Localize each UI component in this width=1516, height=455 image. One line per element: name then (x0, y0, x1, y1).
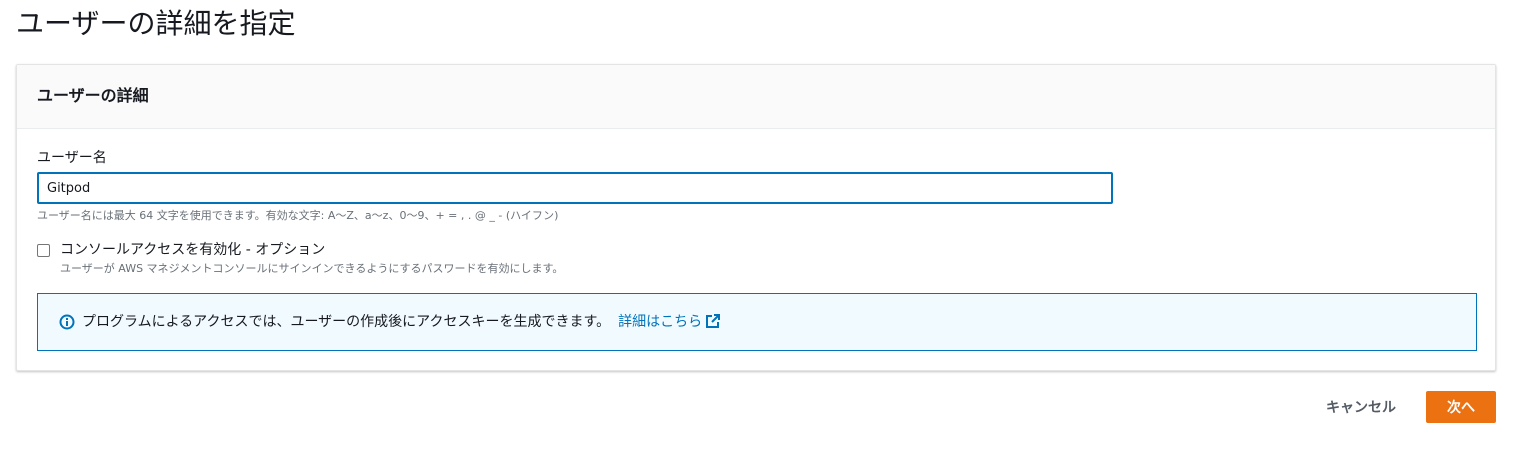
console-access-checkbox[interactable] (37, 244, 50, 257)
username-label: ユーザー名 (37, 150, 107, 166)
external-link-icon[interactable] (706, 314, 721, 328)
cancel-button[interactable]: キャンセル (1312, 391, 1410, 423)
info-alert-text: プログラムによるアクセスでは、ユーザーの作成後にアクセスキーを生成できます。 詳細… (82, 312, 721, 332)
learn-more-link[interactable]: 詳細はこちら (618, 314, 721, 330)
info-alert: プログラムによるアクセスでは、ユーザーの作成後にアクセスキーを生成できます。 詳細… (37, 293, 1477, 351)
console-access-label[interactable]: コンソールアクセスを有効化 - オプション (60, 240, 325, 260)
username-input[interactable] (37, 172, 1113, 204)
console-access-description: ユーザーが AWS マネジメントコンソールにサインインできるようにするパスワード… (60, 262, 564, 275)
user-details-container: ユーザーの詳細 ユーザー名 ユーザー名には最大 64 文字を使用できます。有効な… (16, 64, 1496, 371)
info-alert-message: プログラムによるアクセスでは、ユーザーの作成後にアクセスキーを生成できます。 (82, 314, 611, 330)
section-heading: ユーザーの詳細 (37, 86, 149, 105)
next-button[interactable]: 次へ (1426, 391, 1496, 423)
username-constraint-text: ユーザー名には最大 64 文字を使用できます。有効な文字: A～Z、a～z、0～… (37, 209, 559, 222)
info-icon (59, 314, 75, 330)
container-header: ユーザーの詳細 (17, 65, 1495, 129)
learn-more-link-label[interactable]: 詳細はこちら (618, 314, 702, 330)
page-title: ユーザーの詳細を指定 (16, 7, 296, 40)
